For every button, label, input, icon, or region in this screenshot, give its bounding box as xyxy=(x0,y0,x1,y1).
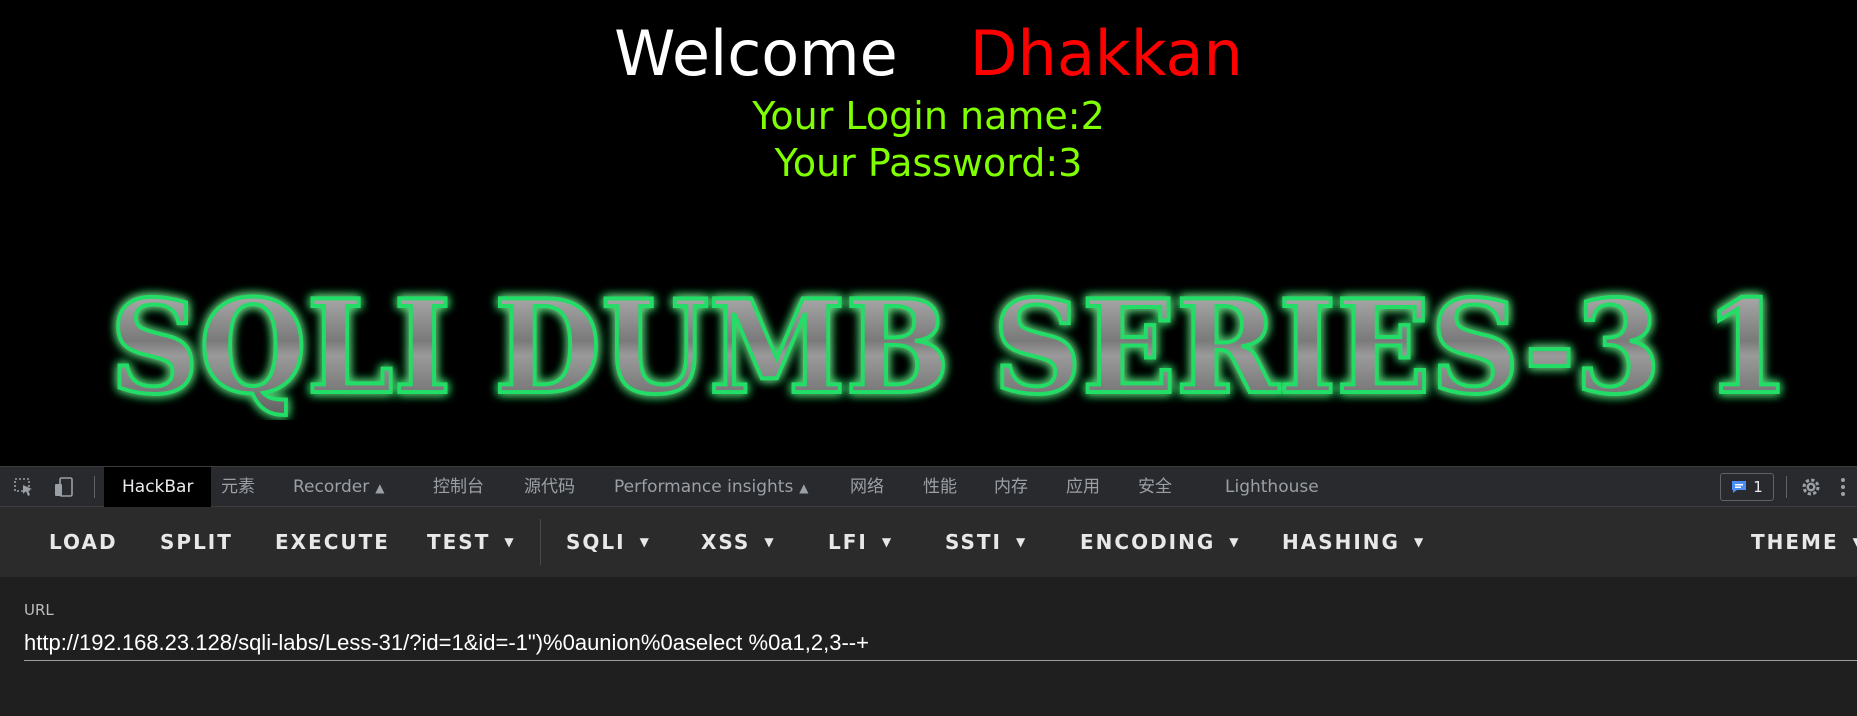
lfi-dropdown-button[interactable]: LFI ▼ xyxy=(828,507,893,577)
ssti-label: SSTI xyxy=(945,530,1002,554)
issues-count: 1 xyxy=(1753,478,1763,496)
url-panel: URL xyxy=(0,577,1857,716)
issues-button[interactable]: 1 xyxy=(1720,473,1774,501)
tab-sources[interactable]: 源代码 xyxy=(524,467,575,507)
caret-down-icon: ▼ xyxy=(1229,534,1241,549)
tab-performance[interactable]: 性能 xyxy=(923,467,957,507)
web-page: Welcome Dhakkan Your Login name:2 Your Pa… xyxy=(0,0,1857,466)
lfi-label: LFI xyxy=(828,530,868,554)
more-vertical-icon[interactable] xyxy=(1836,476,1850,498)
ssti-dropdown-button[interactable]: SSTI ▼ xyxy=(945,507,1027,577)
tab-lighthouse[interactable]: Lighthouse xyxy=(1225,467,1319,507)
test-dropdown-button[interactable]: TEST ▼ xyxy=(427,507,516,577)
caret-down-icon: ▼ xyxy=(1853,507,1857,577)
tab-recorder-label: Recorder xyxy=(293,477,370,497)
test-label: TEST xyxy=(427,530,491,554)
encoding-label: ENCODING xyxy=(1080,530,1216,554)
banner-svg: SQLI DUMB SERIES-3 1 xyxy=(108,271,1792,420)
hashing-dropdown-button[interactable]: HASHING ▼ xyxy=(1282,507,1425,577)
caret-down-icon: ▼ xyxy=(764,534,776,549)
tab-elements[interactable]: 元素 xyxy=(221,467,255,507)
tabbar-separator xyxy=(94,476,95,498)
encoding-dropdown-button[interactable]: ENCODING ▼ xyxy=(1080,507,1241,577)
caret-down-icon: ▼ xyxy=(1413,534,1426,549)
welcome-name: Dhakkan xyxy=(969,17,1243,90)
banner-title: SQLI DUMB SERIES-3 1 xyxy=(110,273,1790,420)
inspect-element-icon[interactable] xyxy=(12,476,36,498)
issues-icon xyxy=(1732,481,1747,493)
tab-network[interactable]: 网络 xyxy=(850,467,884,507)
tab-memory[interactable]: 内存 xyxy=(994,467,1028,507)
caret-down-icon: ▼ xyxy=(1016,534,1028,549)
device-toolbar-icon[interactable] xyxy=(52,476,76,498)
experiment-flask-icon: ▲ xyxy=(799,481,809,495)
toolbar-divider xyxy=(540,519,541,565)
caret-down-icon: ▼ xyxy=(504,534,516,549)
tab-application[interactable]: 应用 xyxy=(1066,467,1100,507)
tab-hackbar[interactable]: HackBar xyxy=(104,467,212,507)
xss-dropdown-button[interactable]: XSS ▼ xyxy=(701,507,776,577)
xss-label: XSS xyxy=(701,530,751,554)
gear-icon[interactable] xyxy=(1799,476,1823,498)
password-text: Your Password:3 xyxy=(774,141,1083,185)
devtools-tabbar: HackBar 元素 Recorder ▲ 控制台 源代码 Performance… xyxy=(0,466,1857,507)
hackbar-toolbar: LOAD SPLIT EXECUTE TEST ▼ SQLI ▼ XSS ▼ LFI ▼… xyxy=(0,507,1857,577)
execute-button[interactable]: EXECUTE xyxy=(275,507,390,577)
devtools-panel: HackBar 元素 Recorder ▲ 控制台 源代码 Performance… xyxy=(0,466,1857,716)
split-button[interactable]: SPLIT xyxy=(160,507,233,577)
banner-logo: SQLI DUMB SERIES-3 1 xyxy=(100,270,1800,420)
theme-dropdown-button[interactable]: THEME ▼ xyxy=(1751,507,1857,577)
welcome-word: Welcome xyxy=(614,17,898,90)
experiment-flask-icon: ▲ xyxy=(375,481,385,495)
load-button[interactable]: LOAD xyxy=(49,507,118,577)
theme-label: THEME xyxy=(1751,530,1839,554)
caret-down-icon: ▼ xyxy=(881,534,894,549)
url-input[interactable] xyxy=(24,625,1857,661)
sqli-label: SQLI xyxy=(566,530,626,554)
sqli-dropdown-button[interactable]: SQLI ▼ xyxy=(566,507,651,577)
caret-down-icon: ▼ xyxy=(639,534,651,549)
tab-recorder[interactable]: Recorder ▲ xyxy=(293,467,384,507)
tab-performance-insights-label: Performance insights xyxy=(614,477,794,497)
tab-console[interactable]: 控制台 xyxy=(433,467,484,507)
hashing-label: HASHING xyxy=(1282,530,1400,554)
tab-performance-insights[interactable]: Performance insights ▲ xyxy=(614,467,809,507)
tab-security[interactable]: 安全 xyxy=(1138,467,1172,507)
tabbar-separator xyxy=(1786,476,1787,498)
login-name-text: Your Login name:2 xyxy=(752,94,1105,138)
url-label: URL xyxy=(24,601,54,619)
welcome-heading: Welcome Dhakkan xyxy=(0,14,1857,94)
